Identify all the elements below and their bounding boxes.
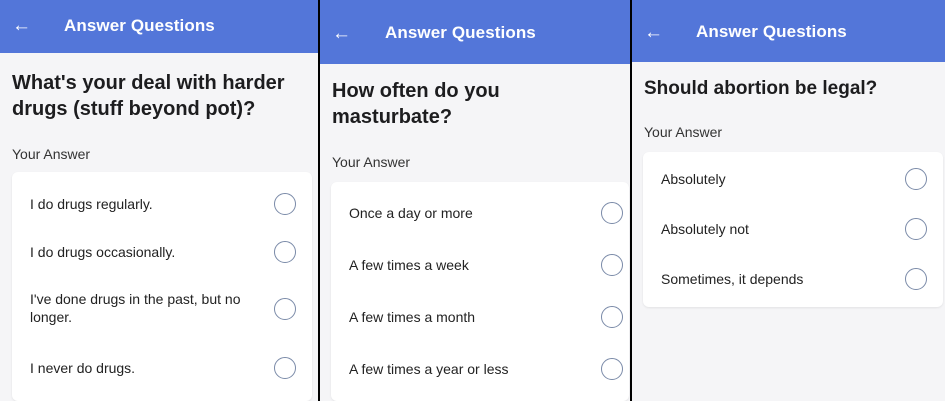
question-text: What's your deal with harder drugs (stuf… [12, 72, 285, 120]
option-label: A few times a month [349, 309, 476, 325]
option-label: I do drugs occasionally. [30, 244, 176, 260]
radio-button[interactable] [601, 254, 623, 276]
radio-button[interactable] [601, 202, 623, 224]
answer-option[interactable]: A few times a week [331, 242, 629, 288]
app-bar-title: Answer Questions [696, 22, 847, 41]
app-bar: ← Answer Questions [320, 0, 630, 64]
answer-options-card: Absolutely Absolutely not Sometimes, it … [643, 152, 943, 307]
option-label: Absolutely not [661, 221, 749, 237]
answer-options-card: I do drugs regularly. I do drugs occasio… [12, 172, 312, 401]
answer-option[interactable]: Once a day or more [331, 190, 629, 236]
radio-button[interactable] [274, 298, 296, 320]
radio-button[interactable] [905, 218, 927, 240]
answer-option[interactable]: I've done drugs in the past, but no long… [12, 280, 312, 340]
screen-drugs-question: ← Answer Questions What's your deal with… [0, 0, 318, 401]
option-label: Absolutely [661, 171, 726, 187]
app-bar-title: Answer Questions [64, 16, 215, 35]
answer-option[interactable]: A few times a year or less [331, 346, 629, 392]
option-label: Once a day or more [349, 205, 473, 221]
option-label: A few times a week [349, 257, 469, 273]
app-bar-title: Answer Questions [385, 23, 536, 42]
app-bar: ← Answer Questions [0, 0, 318, 53]
answer-option[interactable]: Absolutely not [643, 206, 943, 252]
radio-button[interactable] [274, 357, 296, 379]
radio-button[interactable] [274, 193, 296, 215]
radio-button[interactable] [274, 241, 296, 263]
arrow-left-icon[interactable]: ← [644, 23, 663, 42]
option-label: I do drugs regularly. [30, 196, 153, 212]
radio-button[interactable] [601, 358, 623, 380]
answer-option[interactable]: A few times a month [331, 294, 629, 340]
your-answer-label: Your Answer [644, 124, 723, 140]
answer-option[interactable]: I never do drugs. [12, 346, 312, 390]
radio-button[interactable] [601, 306, 623, 328]
question-text: Should abortion be legal? [644, 78, 878, 99]
screen-masturbation-question: ← Answer Questions How often do you mast… [320, 0, 630, 401]
radio-button[interactable] [905, 268, 927, 290]
option-label: I never do drugs. [30, 360, 136, 376]
option-label: A few times a year or less [349, 361, 509, 377]
answer-options-card: Once a day or more A few times a week A … [331, 182, 629, 401]
your-answer-label: Your Answer [12, 146, 91, 162]
app-bar: ← Answer Questions [632, 0, 945, 62]
arrow-left-icon[interactable]: ← [332, 24, 351, 43]
answer-option[interactable]: Sometimes, it depends [643, 256, 943, 302]
your-answer-label: Your Answer [332, 154, 411, 170]
screen-abortion-question: ← Answer Questions Should abortion be le… [632, 0, 945, 401]
question-text: How often do you masturbate? [332, 80, 500, 128]
option-label: I've done drugs in the past, but no long… [30, 291, 241, 325]
answer-option[interactable]: Absolutely [643, 156, 943, 202]
option-label: Sometimes, it depends [661, 271, 804, 287]
answer-option[interactable]: I do drugs regularly. [12, 182, 312, 226]
radio-button[interactable] [905, 168, 927, 190]
answer-option[interactable]: I do drugs occasionally. [12, 230, 312, 274]
arrow-left-icon[interactable]: ← [12, 16, 31, 35]
